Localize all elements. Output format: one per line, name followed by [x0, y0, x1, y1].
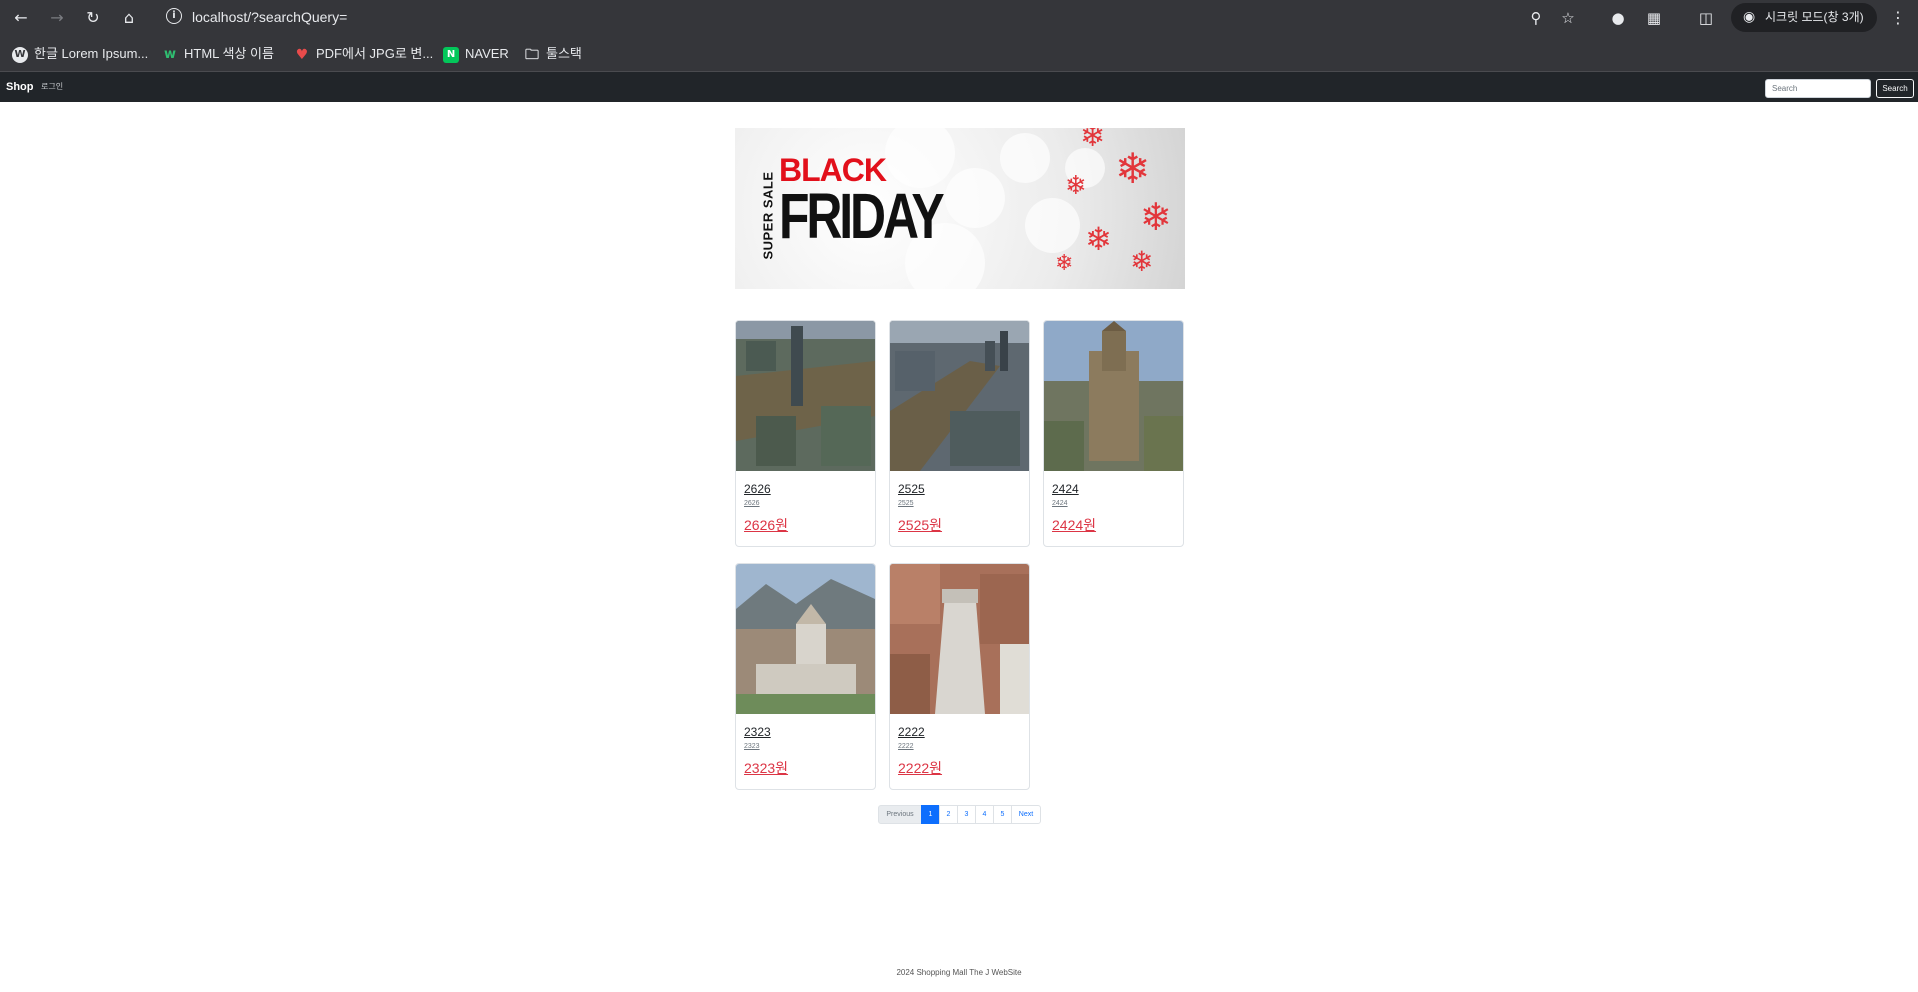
product-card[interactable]: 2424 2424 2424원	[1043, 320, 1184, 547]
product-card[interactable]: 2626 2626 2626원	[735, 320, 876, 547]
product-subtitle[interactable]: 2424	[1052, 499, 1068, 509]
product-title[interactable]: 2222	[898, 724, 925, 740]
friday-text: FRIDAY	[779, 180, 945, 252]
bookmark-folder-toolstack[interactable]: 🗀 툴스택	[524, 44, 582, 64]
site-navbar: Shop 로그인 Search	[0, 72, 1918, 102]
snowflake-icon: ❄	[1055, 251, 1074, 276]
pagination-page-3[interactable]: 3	[957, 805, 976, 824]
snowflake-icon: ❄	[1085, 220, 1112, 258]
product-title[interactable]: 2525	[898, 481, 925, 497]
incognito-indicator[interactable]: ◉ 시크릿 모드(창 3개)	[1731, 3, 1877, 32]
pagination-page-4[interactable]: 4	[975, 805, 994, 824]
snowflake-icon: ❄	[1115, 144, 1151, 193]
product-title[interactable]: 2626	[744, 481, 771, 497]
pagination-next[interactable]: Next	[1011, 805, 1041, 824]
product-card[interactable]: 2222 2222 2222원	[889, 563, 1030, 790]
side-panel-icon[interactable]: ◫	[1694, 6, 1718, 30]
bookmark-label: NAVER	[465, 46, 509, 61]
folder-icon: 🗀	[525, 46, 539, 63]
product-title[interactable]: 2424	[1052, 481, 1079, 497]
w-logo-icon: w	[163, 46, 176, 62]
product-card[interactable]: 2323 2323 2323원	[735, 563, 876, 790]
product-image[interactable]	[890, 321, 1029, 471]
bookmark-naver[interactable]: N NAVER	[443, 44, 509, 64]
search-button[interactable]: Search	[1876, 79, 1914, 98]
snowflake-icon: ❄	[1080, 128, 1106, 154]
snowflake-icon: ❄	[1140, 195, 1172, 239]
product-subtitle[interactable]: 2222	[898, 742, 914, 752]
bookmark-pdf-to-jpg[interactable]: ♥ PDF에서 JPG로 변...	[294, 44, 433, 64]
product-price[interactable]: 2626원	[744, 516, 788, 534]
zoom-icon[interactable]: ⚲	[1524, 6, 1548, 30]
product-title[interactable]: 2323	[744, 724, 771, 740]
super-sale-text: SUPER SALE	[760, 171, 776, 260]
product-price[interactable]: 2222원	[898, 759, 942, 777]
naver-icon: N	[443, 46, 459, 63]
url-text[interactable]: localhost/?searchQuery=	[192, 8, 347, 26]
bookmark-label: HTML 색상 이름	[184, 46, 274, 61]
pagination-previous[interactable]: Previous	[878, 805, 922, 824]
brand-link[interactable]: Shop	[6, 80, 34, 94]
extensions-puzzle-icon[interactable]: ▦	[1642, 6, 1666, 30]
product-image[interactable]	[890, 564, 1029, 714]
incognito-label: 시크릿 모드(창 3개)	[1765, 10, 1864, 24]
product-image[interactable]	[736, 321, 875, 471]
product-image[interactable]	[736, 564, 875, 714]
product-card[interactable]: 2525 2525 2525원	[889, 320, 1030, 547]
pagination: Previous 1 2 3 4 5 Next	[878, 805, 1041, 824]
bookmark-label: 툴스택	[546, 46, 582, 61]
product-subtitle[interactable]: 2626	[744, 499, 760, 509]
black-friday-banner: ❄ ❄ ❄ ❄ ❄ ❄ ❄ SUPER SALE BLACK FRIDAY	[735, 128, 1185, 289]
bookmark-star-icon[interactable]: ☆	[1556, 6, 1580, 30]
heart-icon: ♥	[295, 46, 309, 63]
wordpress-icon: W	[12, 46, 28, 63]
address-bar[interactable]	[158, 4, 1588, 30]
bookmark-lorem-ipsum[interactable]: W 한글 Lorem Ipsum...	[12, 44, 148, 64]
site-info-icon[interactable]: i	[166, 8, 182, 24]
product-price[interactable]: 2525원	[898, 516, 942, 534]
snowflake-icon: ❄	[1065, 171, 1087, 201]
pagination-page-5[interactable]: 5	[993, 805, 1012, 824]
product-price[interactable]: 2424원	[1052, 516, 1096, 534]
bookmark-html-colors[interactable]: w HTML 색상 이름	[162, 44, 274, 64]
product-price[interactable]: 2323원	[744, 759, 788, 777]
pagination-page-2[interactable]: 2	[939, 805, 958, 824]
footer-text: 2024 Shopping Mall The J WebSite	[896, 968, 1022, 977]
bookmark-label: PDF에서 JPG로 변...	[316, 46, 434, 61]
forward-arrow-icon[interactable]: →	[45, 6, 69, 30]
bookmarks-bar: W 한글 Lorem Ipsum... w HTML 색상 이름 ♥ PDF에서 JP…	[0, 35, 1918, 72]
snowflake-icon: ❄	[1130, 245, 1154, 278]
browser-toolbar: ← → ↻ ⌂ i localhost/?searchQuery= ⚲ ☆ ● …	[0, 0, 1918, 35]
reload-icon[interactable]: ↻	[81, 6, 105, 30]
incognito-icon: ◉	[1743, 9, 1756, 25]
pagination-page-1[interactable]: 1	[921, 805, 940, 824]
product-subtitle[interactable]: 2525	[898, 499, 914, 509]
product-subtitle[interactable]: 2323	[744, 742, 760, 752]
home-icon[interactable]: ⌂	[117, 6, 141, 30]
search-input[interactable]	[1765, 79, 1871, 98]
back-arrow-icon[interactable]: ←	[9, 6, 33, 30]
login-link[interactable]: 로그인	[41, 81, 63, 93]
more-menu-icon[interactable]: ⋮	[1888, 6, 1908, 30]
extension-avatar-icon[interactable]: ●	[1606, 6, 1630, 30]
product-image[interactable]	[1044, 321, 1183, 471]
bookmark-label: 한글 Lorem Ipsum...	[34, 46, 149, 61]
